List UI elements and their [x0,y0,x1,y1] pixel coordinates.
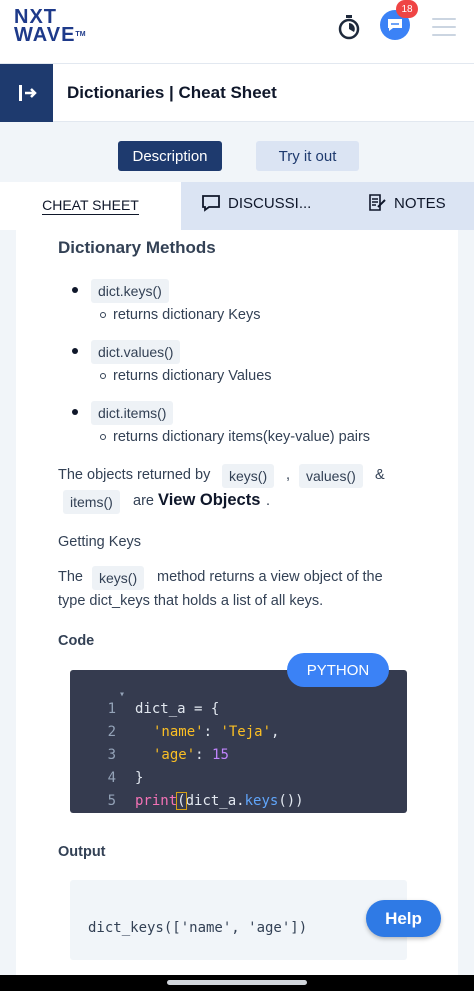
circle-bullet-icon [100,312,106,318]
hamburger-menu-icon[interactable] [432,18,456,36]
notes-icon [369,194,386,211]
method-chip-items: dict.items() [91,401,174,425]
code-line: 5 print(dict_a.keys()) [107,792,304,810]
tab-discussions-label: DISCUSSI... [228,194,312,212]
output-label: Output [58,844,106,860]
keys-chip: keys() [222,464,275,488]
bullet-icon [72,409,78,415]
nxtwave-logo[interactable]: NXT WAVETM [14,7,86,46]
values-chip: values() [299,464,363,488]
method-chip-keys: dict.keys() [91,279,169,303]
help-button[interactable]: Help [366,900,441,937]
notification-badge: 18 [396,0,418,18]
section-heading: Dictionary Methods [58,238,216,257]
logo-line-2: WAVE [14,24,76,46]
output-text: dict_keys(['name', 'age']) [88,920,308,936]
language-tag: PYTHON [287,653,389,687]
code-line: 2'name': 'Teja', [107,724,280,740]
title-bar: Dictionaries | Cheat Sheet [0,64,474,122]
code-label: Code [58,633,95,649]
tab-cheat-sheet[interactable]: CHEAT SHEET [0,182,181,230]
method-desc-values: returns dictionary Values [100,368,272,384]
logo-tm: TM [75,31,86,38]
view-objects-text: The objects returned by [58,467,211,483]
keys-para-chip: keys() [92,566,145,590]
are-text: are [133,493,154,509]
description-button[interactable]: Description [118,141,222,171]
method-desc-keys: returns dictionary Keys [100,307,260,323]
circle-bullet-icon [100,373,106,379]
keys-para-line2: type dict_keys that holds a list of all … [58,593,324,609]
stopwatch-icon[interactable] [337,14,361,40]
code-line: 4} [107,770,144,786]
system-nav-bar [0,975,474,991]
mode-buttons: Description Try it out [0,122,474,182]
bullet-icon [72,287,78,293]
code-block[interactable]: 1 ▾ dict_a = { 2'name': 'Teja', 3'age': 15… [70,670,407,813]
tab-cheat-sheet-label: CHEAT SHEET [42,197,139,215]
collapse-arrow-icon[interactable] [0,64,53,122]
method-chip-values: dict.values() [91,340,181,364]
try-it-out-button[interactable]: Try it out [256,141,359,171]
tab-notes-label: NOTES [394,194,446,212]
keys-para-the: The [58,569,83,585]
top-bar: NXT WAVETM 18 [0,0,474,64]
period-text: . [266,493,271,509]
bullet-icon [72,348,78,354]
page-title: Dictionaries | Cheat Sheet [67,83,277,102]
ampersand-text: & [375,467,385,483]
method-desc-items: returns dictionary items(key-value) pair… [100,429,370,445]
tab-discussions[interactable]: DISCUSSI... [201,194,311,212]
code-line: 3'age': 15 [107,747,229,763]
code-line: 1 ▾ dict_a = { [107,689,220,717]
items-chip: items() [63,490,120,514]
keys-para-line1: method returns a view object of the [157,569,383,585]
tab-bar: CHEAT SHEET DISCUSSI... NOTES [0,182,474,230]
comma-text: , [286,467,291,483]
circle-bullet-icon [100,434,106,440]
getting-keys-heading: Getting Keys [58,534,142,550]
tab-notes[interactable]: NOTES [367,194,446,212]
home-indicator[interactable] [167,980,307,985]
discussion-icon [202,195,220,212]
fold-arrow-icon: ▾ [119,689,126,700]
view-objects-bold: View Objects [158,491,261,509]
